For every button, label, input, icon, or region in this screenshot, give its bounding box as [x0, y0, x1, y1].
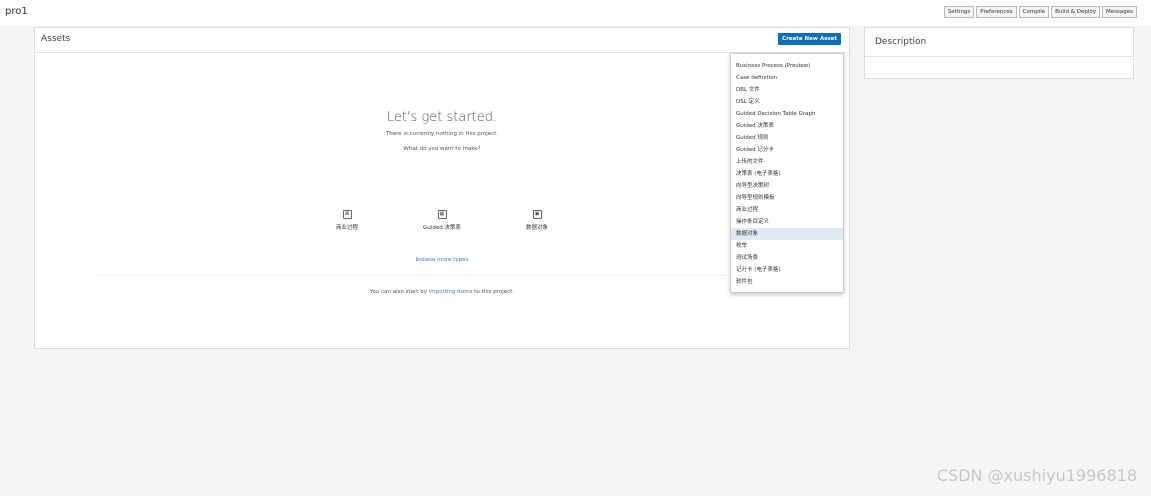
asset-type-item[interactable]: 枚举	[731, 240, 843, 252]
import-hint: You can also start by importing items to…	[35, 289, 849, 295]
asset-type-item[interactable]: Guided Decision Table Graph	[731, 108, 843, 120]
asset-type-item[interactable]: 上传的文件	[731, 156, 843, 168]
quick-create-data-object[interactable]: ▣ 数据对象	[497, 200, 577, 231]
assets-header: Assets Create New Asset	[35, 28, 849, 53]
preferences-button[interactable]: Preferences	[976, 6, 1017, 18]
description-title: Description	[875, 37, 927, 47]
asset-type-item[interactable]: DSL 定义	[731, 96, 843, 108]
asset-type-item[interactable]: Guided 记分卡	[731, 144, 843, 156]
project-actions: Settings Preferences Compile Build & Dep…	[943, 6, 1137, 18]
description-panel: Description	[864, 27, 1134, 79]
build-deploy-button[interactable]: Build & Deploy	[1051, 6, 1101, 18]
asset-type-item[interactable]: 决策表 (电子表格)	[731, 168, 843, 180]
empty-state-subtitle: There is currently nothing in this proje…	[385, 131, 499, 137]
data-object-icon: ▣	[532, 210, 542, 219]
quick-create-label: Guided 决策表	[423, 225, 461, 231]
asset-type-item[interactable]: 向导型决策树	[731, 180, 843, 192]
assets-panel: Assets Create New Asset Let's get starte…	[34, 27, 850, 349]
quick-create-label: 商业过程	[335, 225, 358, 231]
decision-table-icon: ▦	[437, 210, 447, 219]
settings-button[interactable]: Settings	[943, 6, 975, 18]
asset-type-item[interactable]: 测试场景	[731, 252, 843, 264]
asset-type-item[interactable]: Case definition	[731, 72, 843, 84]
description-header: Description	[865, 28, 1133, 57]
watermark: CSDN @xushiyu1996818	[936, 466, 1137, 485]
business-process-icon: ⊠	[342, 210, 352, 219]
asset-type-item[interactable]: 操作条目定义	[731, 216, 843, 228]
top-bar: pro1 Settings Preferences Compile Build …	[0, 0, 1151, 26]
asset-type-item[interactable]: 商业过程	[731, 204, 843, 216]
asset-type-item[interactable]: DRL 文件	[731, 84, 843, 96]
new-asset-dropdown: Business Process (Preview) Case definiti…	[730, 53, 844, 293]
project-title: pro1	[5, 6, 28, 17]
import-hint-prefix: You can also start by	[369, 289, 429, 295]
empty-state-question: What do you want to make?	[403, 146, 481, 152]
assets-title: Assets	[41, 34, 71, 44]
import-hint-suffix: to this project.	[472, 289, 515, 295]
asset-type-item[interactable]: Guided 决策表	[731, 120, 843, 132]
create-new-asset-button[interactable]: Create New Asset	[778, 33, 841, 45]
quick-create-label: 数据对象	[525, 225, 548, 231]
asset-type-list: Business Process (Preview) Case definiti…	[731, 54, 843, 288]
asset-type-item[interactable]: 向导型规则模板	[731, 192, 843, 204]
asset-type-item[interactable]: 软件包	[731, 276, 843, 288]
divider	[95, 275, 785, 276]
asset-type-item[interactable]: Business Process (Preview)	[731, 60, 843, 72]
browse-more-types-link[interactable]: browse more types	[35, 257, 849, 263]
quick-create-decision-table[interactable]: ▦ Guided 决策表	[402, 200, 482, 231]
asset-type-item-highlighted[interactable]: 数据对象	[731, 228, 843, 240]
quick-create-business-process[interactable]: ⊠ 商业过程	[307, 200, 387, 231]
asset-type-item[interactable]: Guided 规则	[731, 132, 843, 144]
compile-button[interactable]: Compile	[1018, 6, 1050, 18]
importing-items-link[interactable]: importing items	[429, 289, 473, 295]
messages-button[interactable]: Messages	[1102, 6, 1137, 18]
asset-type-item[interactable]: 记分卡 (电子表格)	[731, 264, 843, 276]
empty-state-title: Let's get started.	[386, 110, 498, 125]
